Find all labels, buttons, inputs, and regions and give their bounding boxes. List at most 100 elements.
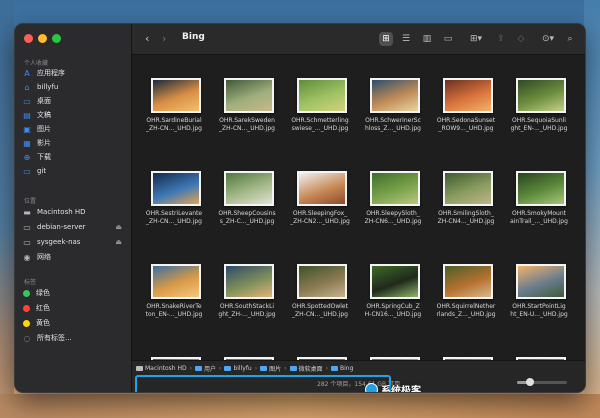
- sidebar-item-macintosh-hd[interactable]: ▬ Macintosh HD: [22, 205, 126, 219]
- sidebar-item-label: 黄色: [36, 319, 50, 327]
- file-item[interactable]: OHR.SmokyMount ainTrail_..._UHD.jpg: [502, 153, 576, 241]
- file-item[interactable]: OHR.StartPointLig ht_EN-U..._UHD.jpg: [502, 246, 576, 334]
- sidebar-item-tag-red[interactable]: 红色: [22, 301, 126, 315]
- list-view-button[interactable]: ☰: [399, 32, 413, 46]
- sidebar-item-downloads[interactable]: ⊕ 下载: [22, 150, 126, 164]
- sidebar-item-documents[interactable]: ▤ 文稿: [22, 108, 126, 122]
- file-name-line1: OHR.SestriLevante: [145, 210, 203, 217]
- desktop-wallpaper-bottom: [0, 394, 600, 418]
- search-icon[interactable]: ⌕: [564, 32, 576, 46]
- file-item[interactable]: OHR.SnakeRiverTe ton_EN-..._UHD.jpg: [137, 246, 211, 334]
- sidebar-item-movies[interactable]: ▦ 影片: [22, 136, 126, 150]
- file-name: OHR.SleepySloth_ ZH-CN6..._UHD.jpg: [356, 210, 430, 226]
- file-name-line1: OHR.SedonaSunset: [436, 117, 496, 124]
- window-title: Bing: [182, 32, 205, 42]
- file-item[interactable]: OHR.SardineBurial _ZH-CN..._UHD.jpg: [137, 60, 211, 148]
- file-item[interactable]: OHR.SarekSweden _ZH-CN..._UHD.jpg: [210, 60, 284, 148]
- file-item[interactable]: OHR.SpringCub_Z H-CN16..._UHD.jpg: [356, 246, 430, 334]
- file-item[interactable]: OHR.SequoiaSunli ght_EN-..._UHD.jpg: [502, 60, 576, 148]
- file-item[interactable]: OHR.SheepCousins s_ZH-C..._UHD.jpg: [210, 153, 284, 241]
- sidebar-item-all-tags[interactable]: ◌ 所有标签...: [22, 331, 126, 345]
- tag-icon[interactable]: ◇: [515, 32, 527, 46]
- file-name-line2: swiese_..._UHD.jpg: [291, 125, 349, 132]
- close-button[interactable]: [24, 34, 33, 43]
- file-name-line1: OHR.SarekSweden: [219, 117, 275, 124]
- sidebar-item-label: sysgeek-nas: [37, 238, 81, 246]
- status-bar: 282 个项目，154.61 GB 可用: [132, 375, 585, 392]
- image-thumbnail: [443, 78, 493, 113]
- desktop-icon: ▭: [23, 96, 31, 106]
- file-name-line2: _ZH-CN..._UHD.jpg: [292, 311, 348, 318]
- path-crumb-users[interactable]: 用户: [195, 364, 216, 373]
- back-icon[interactable]: ‹: [145, 32, 149, 45]
- forward-icon[interactable]: ›: [162, 32, 166, 45]
- window-controls: [24, 34, 61, 43]
- file-item[interactable]: OHR.SchwerinerSc hloss_Z..._UHD.jpg: [356, 60, 430, 148]
- file-name-line2: H-CN16..._UHD.jpg: [364, 311, 422, 318]
- share-icon[interactable]: ⇪: [495, 32, 507, 46]
- file-name-line2: hloss_Z..._UHD.jpg: [365, 125, 421, 132]
- hard-disk-icon: ▬: [23, 207, 31, 217]
- image-thumbnail: [151, 171, 201, 206]
- file-item[interactable]: OHR.SleepySloth_ ZH-CN6..._UHD.jpg: [356, 153, 430, 241]
- folder-icon: [195, 365, 203, 371]
- chevron-right-icon: ›: [325, 364, 328, 372]
- sidebar-item-debian-server[interactable]: ▭ debian-server ⏏: [22, 220, 126, 234]
- image-thumbnail: [370, 264, 420, 299]
- path-crumb-macintosh-hd[interactable]: Macintosh HD: [136, 365, 187, 372]
- icon-size-slider[interactable]: [517, 378, 567, 386]
- file-name-line2: ht_EN-U..._UHD.jpg: [510, 311, 568, 318]
- path-crumb-microsoft-desktop[interactable]: 微软桌面: [289, 364, 323, 373]
- path-crumb-label: 用户: [204, 365, 217, 373]
- file-item[interactable]: OHR.SleepingFox_ _ZH-CN2..._UHD.jpg: [283, 153, 357, 241]
- gallery-view-button[interactable]: ▭: [441, 32, 455, 46]
- file-name-line1: OHR.SouthStackLi: [219, 303, 275, 310]
- zoom-button[interactable]: [52, 34, 61, 43]
- file-item[interactable]: OHR.SquirrelNether rlands_Z..._UHD.jpg: [429, 246, 503, 334]
- slider-handle[interactable]: [526, 378, 534, 386]
- sidebar-item-tag-yellow[interactable]: 黄色: [22, 316, 126, 330]
- image-thumbnail: [370, 78, 420, 113]
- file-name-line1: OHR.SheepCousins: [218, 210, 276, 217]
- file-item[interactable]: OHR.SedonaSunset _ROW9..._UHD.jpg: [429, 60, 503, 148]
- file-name-line1: OHR.SmilingSloth_: [438, 210, 494, 217]
- sidebar-section-locations: 位置: [24, 198, 37, 205]
- file-item[interactable]: OHR.SmilingSloth_ ZH-CN4..._UHD.jpg: [429, 153, 503, 241]
- path-crumb-billyfu[interactable]: billyfu: [224, 365, 252, 372]
- path-crumb-bing[interactable]: Bing: [330, 365, 353, 372]
- file-item[interactable]: OHR.SestriLevante _ZH-CN..._UHD.jpg: [137, 153, 211, 241]
- sidebar-item-pictures[interactable]: ▣ 图片: [22, 122, 126, 136]
- file-name: OHR.Schmetterling swiese_..._UHD.jpg: [283, 117, 357, 133]
- image-thumbnail: [224, 78, 274, 113]
- sidebar-item-label: 绿色: [36, 289, 50, 297]
- sidebar-item-network[interactable]: ◉ 网络: [22, 250, 126, 264]
- file-item[interactable]: OHR.SouthStackLi ght_ZH-..._UHD.jpg: [210, 246, 284, 334]
- sidebar-item-git[interactable]: ▭ git: [22, 164, 126, 178]
- applications-icon: A: [24, 68, 30, 78]
- eject-icon[interactable]: ⏏: [115, 223, 122, 231]
- file-name-line2: ght_EN-..._UHD.jpg: [510, 125, 568, 132]
- more-actions-button[interactable]: ⊙▾: [538, 32, 558, 46]
- sidebar-item-home[interactable]: ⌂ billyfu: [22, 80, 126, 94]
- file-name: OHR.SquirrelNether rlands_Z..._UHD.jpg: [429, 303, 503, 319]
- file-name: OHR.SnakeRiverTe ton_EN-..._UHD.jpg: [137, 303, 211, 319]
- sidebar-item-applications[interactable]: A 应用程序: [22, 66, 126, 80]
- column-view-button[interactable]: ▥: [420, 32, 434, 46]
- icon-view-button[interactable]: ⊞: [379, 32, 393, 46]
- sidebar-item-sysgeek-nas[interactable]: ▭ sysgeek-nas ⏏: [22, 235, 126, 249]
- sidebar-item-label: 所有标签...: [37, 334, 72, 342]
- file-name-line1: OHR.SpringCub_Z: [366, 303, 420, 310]
- sidebar-item-tag-green[interactable]: 绿色: [22, 286, 126, 300]
- file-item[interactable]: OHR.SpottedOwlet _ZH-CN..._UHD.jpg: [283, 246, 357, 334]
- group-button[interactable]: ⊞▾: [466, 32, 486, 46]
- file-name: OHR.SpringCub_Z H-CN16..._UHD.jpg: [356, 303, 430, 319]
- sidebar-item-desktop[interactable]: ▭ 桌面: [22, 94, 126, 108]
- desktop-wallpaper-right: [584, 0, 600, 418]
- minimize-button[interactable]: [38, 34, 47, 43]
- path-crumb-pictures[interactable]: 图片: [260, 364, 281, 373]
- eject-icon[interactable]: ⏏: [115, 238, 122, 246]
- file-item[interactable]: OHR.Schmetterling swiese_..._UHD.jpg: [283, 60, 357, 148]
- file-name-line1: OHR.SpottedOwlet: [292, 303, 348, 310]
- sidebar: 个人收藏 A 应用程序 ⌂ billyfu ▭ 桌面 ▤ 文稿 ▣ 图片 ▦ 影…: [15, 24, 132, 392]
- desktop-wallpaper-left: [0, 0, 14, 418]
